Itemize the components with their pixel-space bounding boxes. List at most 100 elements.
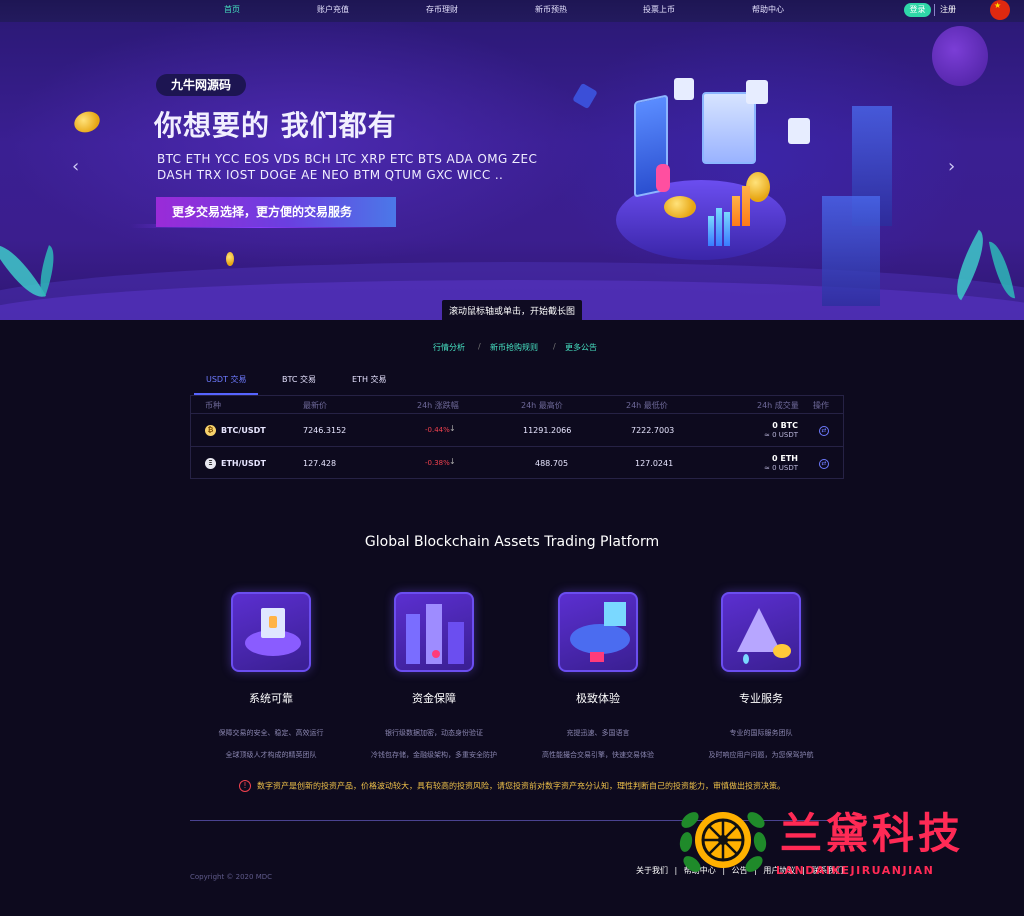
risk-notice: ! 数字资产是创新的投资产品，价格波动较大，具有较高的投资风险，请您投资前对数字资… [0,780,1024,792]
feature-reliable: 系统可靠 保障交易的安全、稳定、高效运行 全球顶级人才构成的精英团队 [191,592,351,766]
chart-card-icon [788,118,810,144]
feature-desc-line: 专业的国际服务团队 [729,729,793,737]
high-price: 488.705 [535,459,569,468]
tab-eth[interactable]: ETH 交易 [352,374,387,385]
trade-icon[interactable]: ⇄ [819,426,829,436]
hero-banner: 九牛网源码 你想要的 我们都有 BTC ETH YCC EOS VDS BCH … [0,0,1024,320]
coin-list-line-2: DASH TRX IOST DOGE AE NEO BTM QTUM GXC W… [157,168,504,182]
top-navigation: 首页 账户充值 存币理财 新币预热 投票上币 帮助中心 登录 注册 ★ [0,0,1024,22]
feature-description: 充提迅速、多国语言 高性能撮合交易引擎，快速交易体验 [518,722,678,766]
volume-main: 0 BTC [772,421,798,430]
coin-list-line-1: BTC ETH YCC EOS VDS BCH LTC XRP ETC BTS … [157,152,538,166]
feature-desc-line: 银行级数据加密，动态身份验证 [385,729,483,737]
volume-usdt: ≈ 0 USDT [763,464,798,472]
cta-button[interactable]: 更多交易选择，更方便的交易服务 [156,197,396,227]
coin-icon [71,108,103,136]
login-button[interactable]: 登录 [904,3,931,17]
prev-slide-arrow-icon[interactable]: ‹ [72,156,79,177]
table-row[interactable]: ₿ BTC/USDT 7246.3152 -0.44% ↓ 11291.2066… [191,415,843,447]
bitcoin-icon: ₿ [205,425,216,436]
divider [934,4,935,16]
market-table: 币种 最新价 24h 涨跌幅 24h 最高价 24h 最低价 24h 成交量 操… [190,395,844,479]
bar-decoration [732,196,740,226]
notice-separator: / [478,342,481,351]
feature-desc-line: 冷钱包存储，金融级架构，多重安全防护 [371,751,497,759]
nav-item-deposit[interactable]: 账户充值 [317,4,349,15]
column-header-change: 24h 涨跌幅 [417,401,459,410]
high-price: 11291.2066 [523,426,572,435]
column-header-price: 最新价 [303,401,327,410]
feature-description: 银行级数据加密，动态身份验证 冷钱包存储，金融级架构，多重安全防护 [354,722,514,766]
feature-service: 专业服务 专业的国际服务团队 及时响应用户问题，为您保驾护航 [681,592,841,766]
platform-title: Global Blockchain Assets Trading Platfor… [364,534,660,550]
pair-name: ETH/USDT [221,459,266,468]
ethereum-icon: Ξ [205,458,216,469]
volume-main: 0 ETH [772,454,798,463]
feature-experience: 极致体验 充提迅速、多国语言 高性能撮合交易引擎，快速交易体验 [518,592,678,766]
feature-desc-line: 及时响应用户问题，为您保驾护航 [708,751,814,759]
feature-title: 资金保障 [412,692,456,705]
planet-decoration [932,26,988,86]
register-link[interactable]: 注册 [940,4,956,15]
bar-decoration [708,216,714,246]
bitcoin-card-icon [746,80,768,104]
nav-item-new-coins[interactable]: 新币预热 [535,4,567,15]
mining-illustration-icon [721,592,801,672]
low-price: 7222.7003 [631,426,675,435]
change-percent: -0.44% [425,426,450,434]
footer-link-about[interactable]: 关于我们 [636,866,668,875]
feature-description: 专业的国际服务团队 及时响应用户问题，为您保驾护航 [681,722,841,766]
warning-icon: ! [239,780,251,792]
server-illustration-icon [231,592,311,672]
column-header-high: 24h 最高价 [521,401,563,410]
bar-decoration [724,212,730,246]
tab-usdt[interactable]: USDT 交易 [206,374,247,385]
tab-btc[interactable]: BTC 交易 [282,374,316,385]
latest-price: 7246.3152 [303,426,347,435]
table-row[interactable]: Ξ ETH/USDT 127.428 -0.38% ↓ 488.705 127.… [191,447,843,479]
notice-link-new-coin-rules[interactable]: 新币抢购规则 [490,342,538,353]
feature-title: 极致体验 [576,692,620,705]
watermark-logo-icon [679,812,767,872]
nav-item-help[interactable]: 帮助中心 [752,4,784,15]
tower-decoration [822,196,880,306]
coin-icon [226,252,234,266]
next-slide-arrow-icon[interactable]: › [948,156,955,177]
feature-description: 保障交易的安全、稳定、高效运行 全球顶级人才构成的精英团队 [191,722,351,766]
feature-funds: 资金保障 银行级数据加密，动态身份验证 冷钱包存储，金融级架构，多重安全防护 [354,592,514,766]
network-illustration-icon [558,592,638,672]
person-figure-decoration [656,164,670,192]
column-header-volume: 24h 成交量 [757,401,799,410]
cube-decoration [572,82,598,110]
column-header-coin: 币种 [205,401,221,410]
down-arrow-icon: ↓ [449,457,456,466]
risk-notice-text: 数字资产是创新的投资产品，价格波动较大，具有较高的投资风险，请您投资前对数字资产… [257,781,785,791]
pair-name: BTC/USDT [221,426,266,435]
nav-item-home[interactable]: 首页 [224,4,240,15]
notice-link-market-analysis[interactable]: 行情分析 [433,342,465,353]
user-card-icon [674,78,694,100]
feature-desc-line: 保障交易的安全、稳定、高效运行 [218,729,324,737]
change-percent: -0.38% [425,459,450,467]
nav-item-savings[interactable]: 存币理财 [426,4,458,15]
notice-separator: / [553,342,556,351]
brand-badge: 九牛网源码 [156,74,246,96]
coin-stack-icon [664,196,696,218]
notice-link-more[interactable]: 更多公告 [565,342,597,353]
trade-icon[interactable]: ⇄ [819,459,829,469]
feature-title: 专业服务 [739,692,783,705]
china-flag-icon[interactable]: ★ [990,0,1010,20]
bar-decoration [716,208,722,246]
latest-price: 127.428 [303,459,337,468]
watermark-text: 兰黛科技 [780,809,965,858]
nav-item-vote-listing[interactable]: 投票上币 [643,4,675,15]
volume-usdt: ≈ 0 USDT [763,431,798,439]
bar-decoration [742,186,750,226]
table-header: 币种 最新价 24h 涨跌幅 24h 最高价 24h 最低价 24h 成交量 操… [191,396,843,414]
notice-bar: 行情分析 / 新币抢购规则 / 更多公告 [0,342,1024,356]
screenshot-tooltip: 滚动鼠标轴或单击，开始截长图 [442,300,582,320]
banner-headline: 你想要的 我们都有 [154,109,397,142]
feature-title: 系统可靠 [249,692,293,705]
feature-desc-line: 充提迅速、多国语言 [566,729,630,737]
column-header-low: 24h 最低价 [626,401,668,410]
